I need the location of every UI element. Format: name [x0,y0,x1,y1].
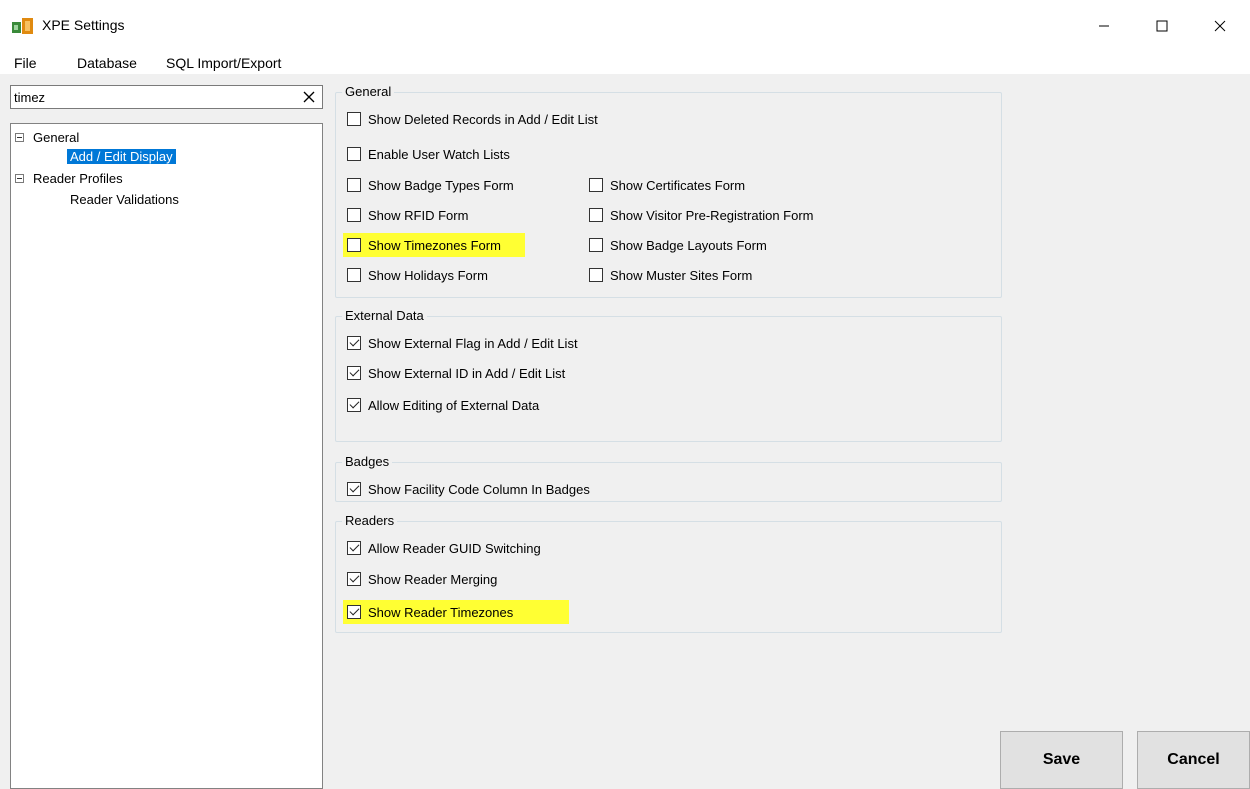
tree-node-reader-validations[interactable]: Reader Validations [70,191,179,209]
checkbox-label: Show Holidays Form [368,267,488,283]
cancel-button[interactable]: Cancel [1137,731,1250,789]
checkbox-show-facility-code-column[interactable]: Show Facility Code Column In Badges [347,479,590,499]
checkbox-show-timezones-form[interactable]: Show Timezones Form [343,233,525,257]
group-title: General [342,85,395,99]
checkbox-show-badge-layouts-form[interactable]: Show Badge Layouts Form [589,235,767,255]
tree-node-label: Add / Edit Display [67,149,176,164]
group-title: Badges [342,455,393,469]
checkbox[interactable] [347,572,361,586]
checkbox-show-reader-timezones[interactable]: Show Reader Timezones [343,600,569,624]
checkbox-show-badge-types-form[interactable]: Show Badge Types Form [347,175,514,195]
app-icon [12,18,33,34]
group-external-data: External Data Show External Flag in Add … [335,309,1002,442]
checkbox-label: Show External Flag in Add / Edit List [368,335,578,351]
tree-node-add-edit-display[interactable]: Add / Edit Display [67,148,176,166]
checkbox[interactable] [589,268,603,282]
checkbox-label: Show Reader Merging [368,571,498,587]
checkbox-label: Show Certificates Form [610,177,746,193]
checkbox-label: Show External ID in Add / Edit List [368,365,566,381]
checkbox-show-holidays-form[interactable]: Show Holidays Form [347,265,488,285]
search-input[interactable] [11,86,291,108]
checkbox-show-external-id[interactable]: Show External ID in Add / Edit List [347,363,565,383]
maximize-icon [1156,20,1168,32]
checkbox-label: Allow Reader GUID Switching [368,540,541,556]
clear-search-icon[interactable] [302,90,316,104]
menu-sql-import-export[interactable]: SQL Import/Export [166,55,281,71]
checkbox[interactable] [589,238,603,252]
tree-node-label: Reader Validations [70,192,179,207]
tree-node-general[interactable]: General [11,129,211,147]
checkbox[interactable] [347,482,361,496]
tree-node-label: General [33,130,80,145]
group-general: General Show Deleted Records in Add / Ed… [335,85,1002,298]
checkbox-label: Show Badge Layouts Form [610,237,767,253]
collapse-icon[interactable] [15,133,24,142]
checkbox-label: Show Badge Types Form [368,177,514,193]
checkbox[interactable] [347,366,361,380]
close-icon [1214,20,1226,32]
checkbox[interactable] [347,398,361,412]
title-bar: XPE Settings [0,0,1250,52]
checkbox-show-rfid-form[interactable]: Show RFID Form [347,205,468,225]
checkbox[interactable] [589,208,603,222]
group-badges: Badges Show Facility Code Column In Badg… [335,455,1002,502]
checkbox-label: Show Timezones Form [368,237,501,253]
window-title: XPE Settings [42,17,125,33]
checkbox-label: Show RFID Form [368,207,469,223]
settings-tree[interactable]: General Add / Edit Display Reader Profil… [10,123,323,789]
checkbox-label: Enable User Watch Lists [368,146,510,162]
group-title: Readers [342,514,398,528]
checkbox[interactable] [347,605,361,619]
menu-bar: File Database SQL Import/Export [0,52,1250,74]
close-button[interactable] [1197,0,1243,52]
checkbox-show-muster-sites-form[interactable]: Show Muster Sites Form [589,265,752,285]
menu-file[interactable]: File [14,55,37,71]
checkbox-label: Show Muster Sites Form [610,267,753,283]
checkbox-show-visitor-pre-registration-form[interactable]: Show Visitor Pre-Registration Form [589,205,814,225]
search-box [10,85,323,109]
checkbox-label: Show Visitor Pre-Registration Form [610,207,814,223]
checkbox[interactable] [347,541,361,555]
minimize-icon [1099,25,1109,27]
tree-node-label: Reader Profiles [33,171,123,186]
group-readers: Readers Allow Reader GUID Switching Show… [335,514,1002,633]
checkbox[interactable] [347,268,361,282]
minimize-button[interactable] [1081,0,1127,52]
save-button[interactable]: Save [1000,731,1123,789]
maximize-button[interactable] [1139,0,1185,52]
checkbox-allow-reader-guid-switching[interactable]: Allow Reader GUID Switching [347,538,541,558]
checkbox[interactable] [347,336,361,350]
menu-database[interactable]: Database [77,55,137,71]
checkbox-label: Show Reader Timezones [368,604,514,620]
checkbox-show-certificates-form[interactable]: Show Certificates Form [589,175,745,195]
group-title: External Data [342,309,427,323]
checkbox-allow-editing-external-data[interactable]: Allow Editing of External Data [347,395,539,415]
checkbox[interactable] [347,112,361,126]
collapse-icon[interactable] [15,174,24,183]
checkbox-enable-user-watch-lists[interactable]: Enable User Watch Lists [347,144,510,164]
checkbox-show-deleted-records[interactable]: Show Deleted Records in Add / Edit List [347,109,598,129]
checkbox-show-external-flag[interactable]: Show External Flag in Add / Edit List [347,333,578,353]
checkbox-label: Allow Editing of External Data [368,397,540,413]
checkbox-show-reader-merging[interactable]: Show Reader Merging [347,569,497,589]
checkbox[interactable] [347,147,361,161]
checkbox-label: Show Facility Code Column In Badges [368,481,590,497]
checkbox[interactable] [347,178,361,192]
checkbox[interactable] [589,178,603,192]
checkbox[interactable] [347,208,361,222]
tree-node-reader-profiles[interactable]: Reader Profiles [11,170,211,188]
checkbox-label: Show Deleted Records in Add / Edit List [368,111,598,127]
checkbox[interactable] [347,238,361,252]
